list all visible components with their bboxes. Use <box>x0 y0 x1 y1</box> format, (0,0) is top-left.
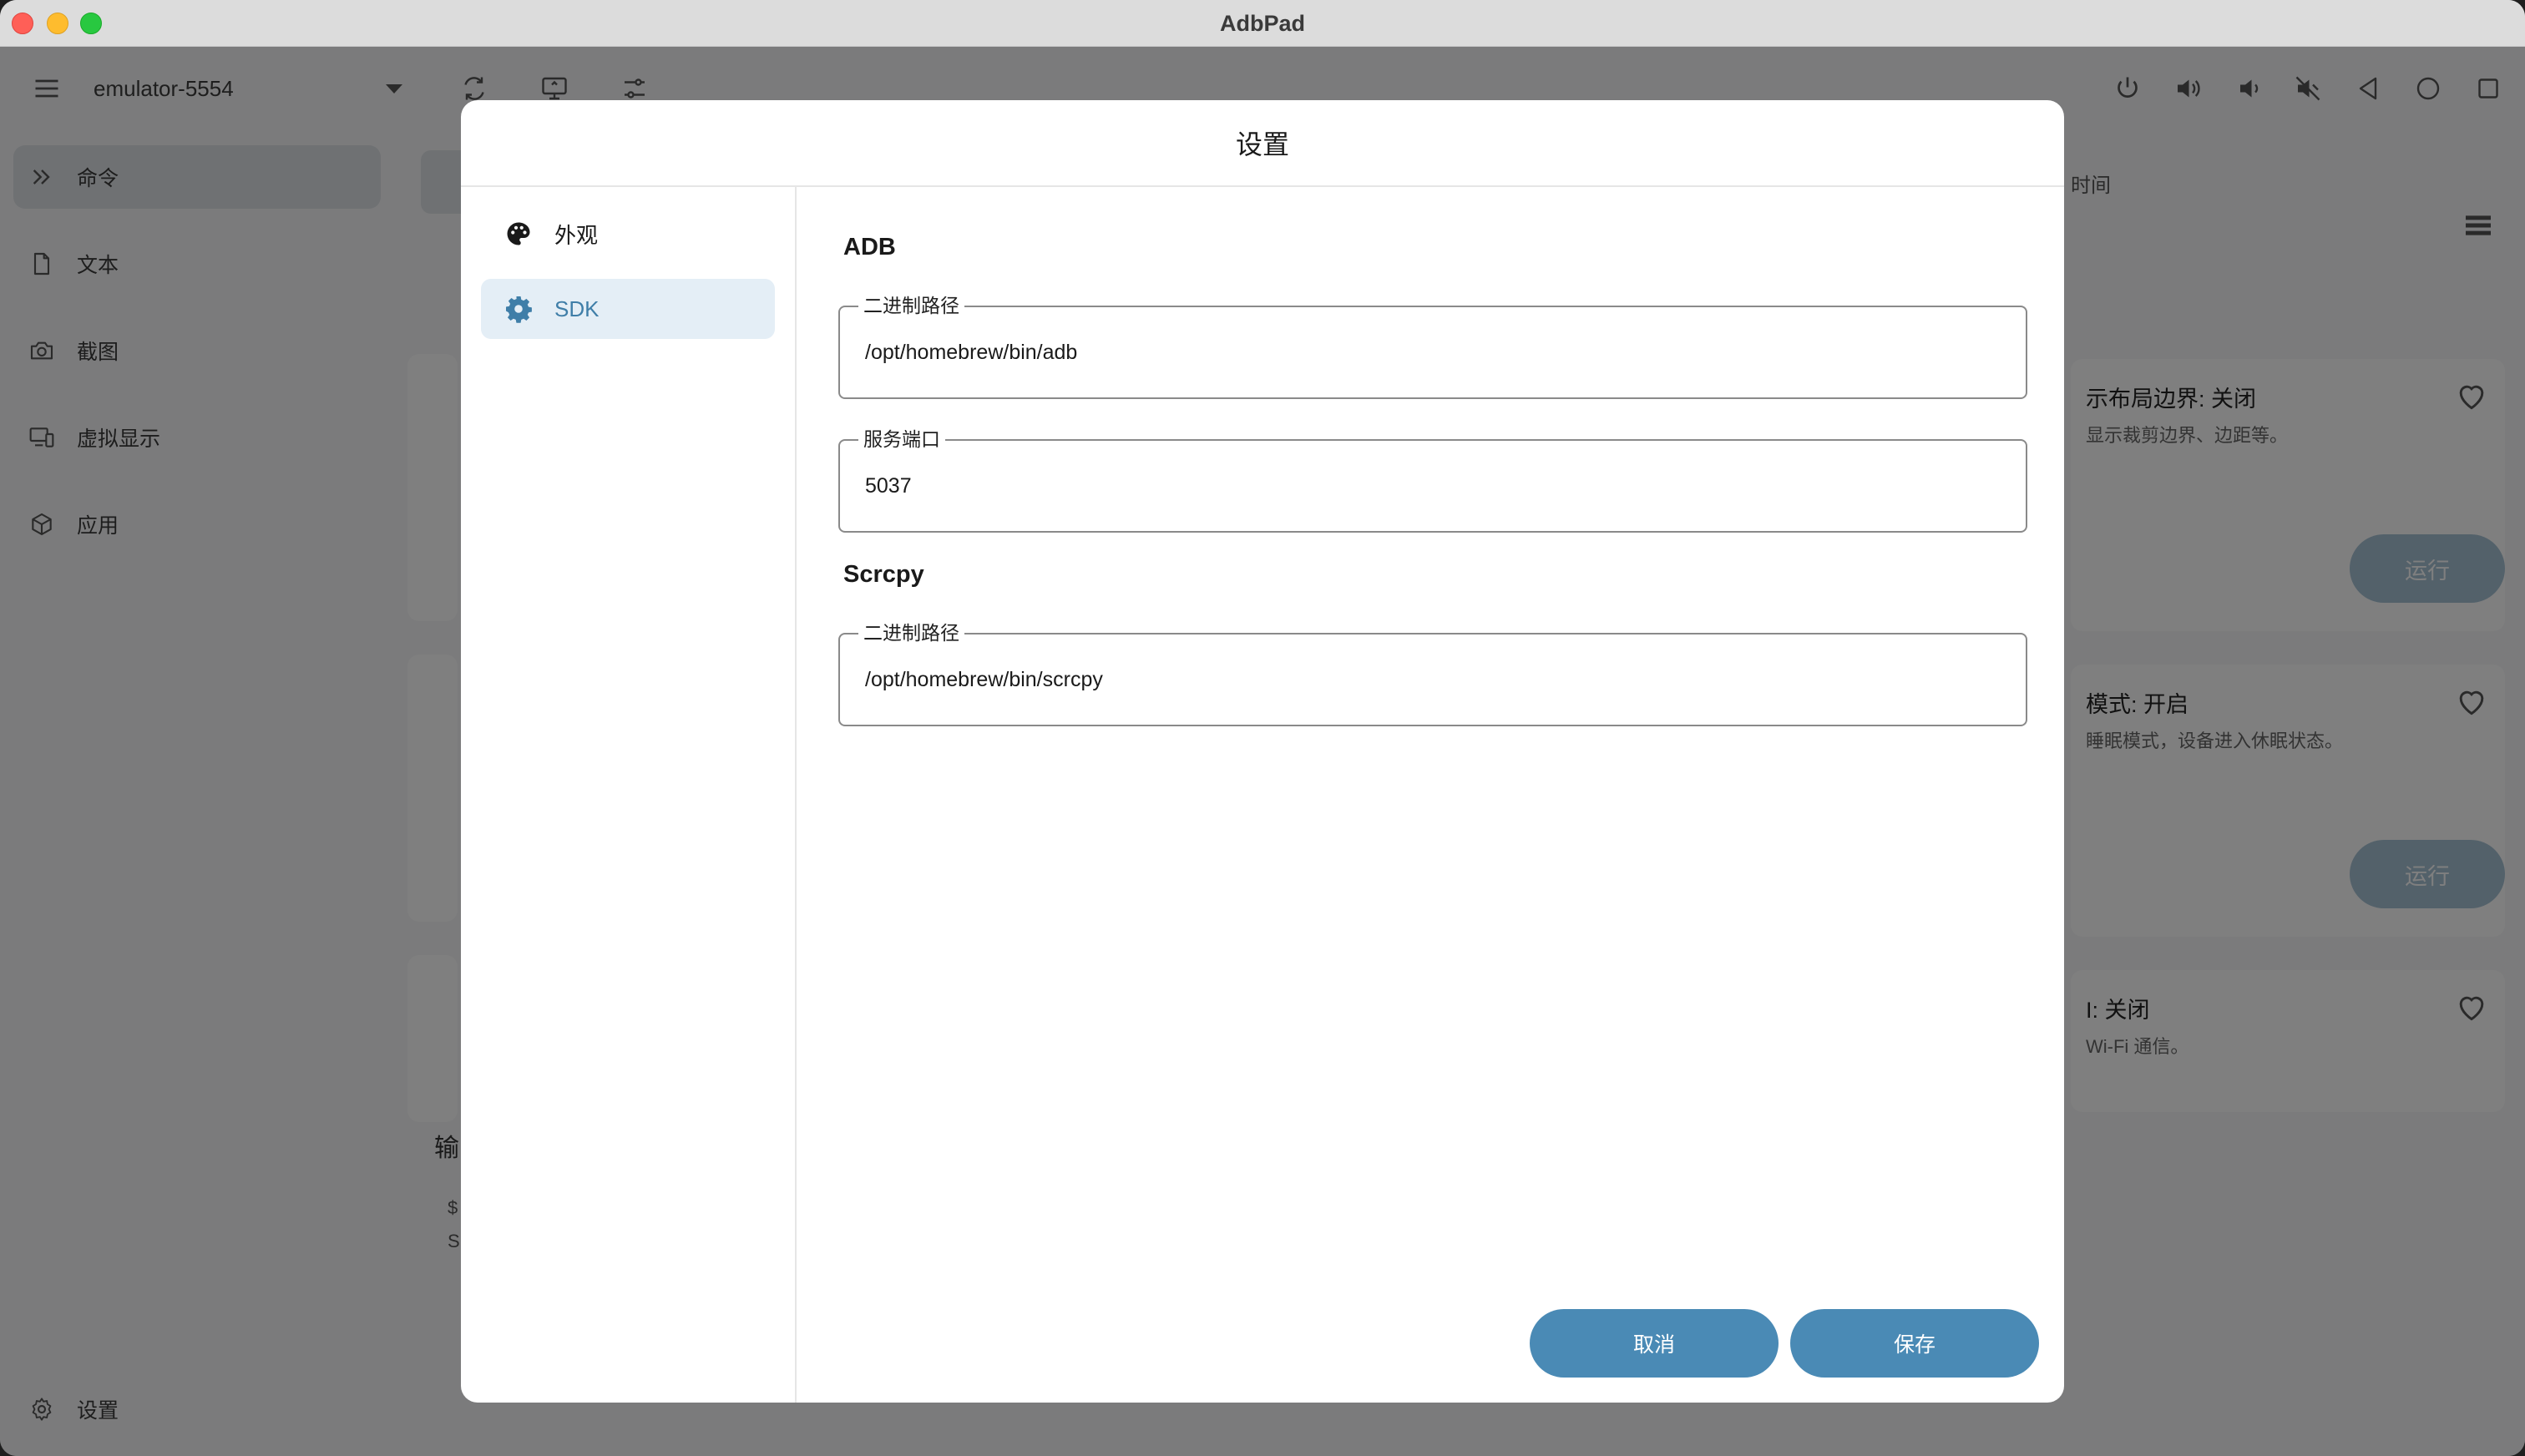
section-title-adb: ADB <box>843 234 896 260</box>
dialog-title: 设置 <box>461 100 2064 187</box>
settings-dialog: 设置 外观 SDK ADB 二进制路径 服务端口 <box>461 100 2064 1403</box>
scrcpy-binary-path-input[interactable] <box>865 634 2001 725</box>
window-title: AdbPad <box>1219 11 1305 36</box>
adb-server-port-input[interactable] <box>865 441 2001 531</box>
adb-binary-path-field[interactable]: 二进制路径 <box>838 294 2027 399</box>
settings-nav-label: SDK <box>554 296 600 321</box>
palette-icon <box>503 218 534 250</box>
settings-nav-appearance[interactable]: 外观 <box>481 204 775 264</box>
title-bar: AdbPad <box>0 0 2525 47</box>
section-title-scrcpy: Scrcpy <box>843 561 924 588</box>
save-button[interactable]: 保存 <box>1790 1309 2039 1378</box>
settings-nav-label: 外观 <box>554 222 599 248</box>
settings-content: ADB 二进制路径 服务端口 Scrcpy 二进制路径 <box>798 187 2064 1403</box>
scrcpy-binary-path-field[interactable]: 二进制路径 <box>838 621 2027 726</box>
settings-nav-sdk[interactable]: SDK <box>481 279 775 339</box>
adb-server-port-field[interactable]: 服务端口 <box>838 427 2027 533</box>
app-window: AdbPad emulator-5554 <box>0 0 2525 1456</box>
cancel-button[interactable]: 取消 <box>1530 1309 1779 1378</box>
settings-nav: 外观 SDK <box>461 187 797 1403</box>
adb-binary-path-input[interactable] <box>865 307 2001 397</box>
gear-icon <box>503 293 534 325</box>
